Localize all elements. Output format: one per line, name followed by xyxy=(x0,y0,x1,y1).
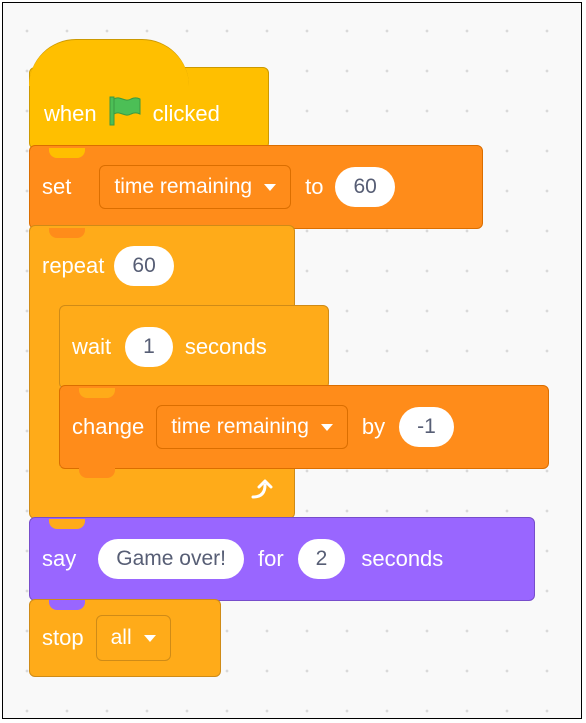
block-notch xyxy=(49,148,85,158)
change-variable-dropdown[interactable]: time remaining xyxy=(156,405,348,449)
say-duration-input[interactable]: 2 xyxy=(297,539,346,579)
change-label: change xyxy=(72,414,145,439)
block-notch xyxy=(79,307,115,317)
set-variable-block[interactable]: set time remaining to 60 xyxy=(29,145,483,229)
repeat-block-arm xyxy=(29,303,60,471)
loop-arrow-icon xyxy=(249,479,275,508)
wait-label: wait xyxy=(72,334,112,359)
wait-block[interactable]: wait 1 seconds xyxy=(59,305,329,389)
change-variable-block[interactable]: change time remaining by -1 xyxy=(59,385,549,469)
wait-seconds-label: seconds xyxy=(184,334,267,359)
stop-block[interactable]: stop all xyxy=(29,599,221,677)
caret-down-icon xyxy=(264,183,277,191)
change-value-input[interactable]: -1 xyxy=(399,407,454,447)
for-label: for xyxy=(257,546,284,571)
to-label: to xyxy=(305,174,324,199)
block-notch xyxy=(79,388,115,398)
green-flag-icon xyxy=(107,94,143,134)
repeat-count-input[interactable]: 60 xyxy=(114,245,174,286)
caret-down-icon xyxy=(143,634,156,642)
say-message-input[interactable]: Game over! xyxy=(98,539,244,579)
clicked-label: clicked xyxy=(152,101,220,126)
set-value-input[interactable]: 60 xyxy=(335,167,395,207)
when-label: when xyxy=(44,101,97,126)
block-notch xyxy=(79,468,115,478)
set-label: set xyxy=(42,174,72,199)
caret-down-icon xyxy=(320,423,333,431)
hat-block-cap xyxy=(29,39,189,86)
set-variable-name: time remaining xyxy=(114,175,253,198)
by-label: by xyxy=(361,414,386,439)
stop-option-dropdown[interactable]: all xyxy=(95,615,171,661)
say-label: say xyxy=(42,546,77,571)
stop-option-value: all xyxy=(110,626,132,649)
say-for-seconds-block[interactable]: say Game over! for 2 seconds xyxy=(29,517,535,601)
repeat-label: repeat xyxy=(42,252,105,278)
stop-label: stop xyxy=(42,625,84,650)
set-variable-dropdown[interactable]: time remaining xyxy=(99,165,292,209)
wait-seconds-input[interactable]: 1 xyxy=(125,327,173,367)
block-notch xyxy=(49,228,85,238)
block-notch xyxy=(49,519,85,529)
script-workspace: when clicked set time remaining to 60 re… xyxy=(2,2,582,719)
block-notch xyxy=(49,600,85,610)
change-variable-name: time remaining xyxy=(171,415,309,438)
say-seconds-label: seconds xyxy=(361,546,444,571)
